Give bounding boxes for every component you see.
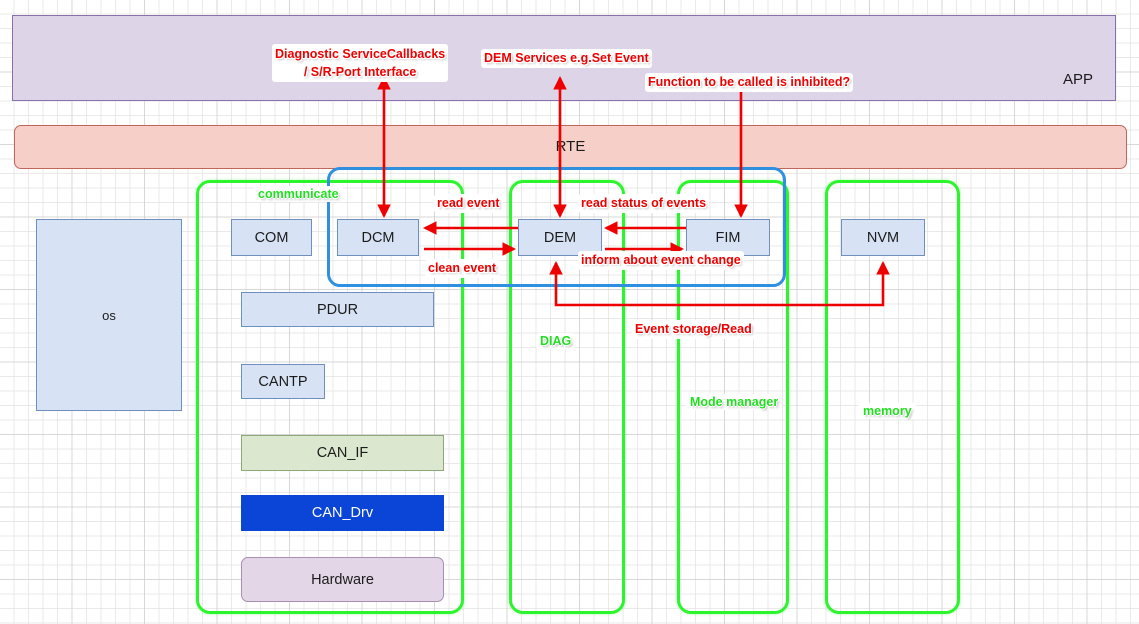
module-pdur[interactable]: PDUR bbox=[241, 292, 434, 327]
module-os[interactable]: os bbox=[36, 219, 182, 411]
module-can-drv[interactable]: CAN_Drv bbox=[241, 495, 444, 531]
callout-read-status-of-events: read status of events bbox=[578, 194, 710, 213]
module-cantp[interactable]: CANTP bbox=[241, 364, 325, 399]
module-com[interactable]: COM bbox=[231, 219, 312, 256]
callout-inform-about-event-change: inform about event change bbox=[578, 251, 744, 270]
diagram-canvas: APP RTE os COM DCM DEM FIM NVM PDUR CANT… bbox=[0, 0, 1139, 624]
rte-layer: RTE bbox=[14, 125, 1127, 169]
module-nvm[interactable]: NVM bbox=[841, 219, 925, 256]
module-hardware[interactable]: Hardware bbox=[241, 557, 444, 602]
callout-diagnostic-service-line1: Diagnostic ServiceCallbacks bbox=[275, 47, 446, 61]
module-dcm[interactable]: DCM bbox=[337, 219, 419, 256]
callout-diagnostic-service: Diagnostic ServiceCallbacks / S/R-Port I… bbox=[272, 44, 449, 82]
callout-event-storage-read: Event storage/Read bbox=[632, 320, 755, 339]
rte-layer-label: RTE bbox=[555, 138, 586, 155]
module-can-if[interactable]: CAN_IF bbox=[241, 435, 444, 471]
app-layer-label: APP bbox=[1062, 71, 1093, 88]
label-group-communicate: communicate bbox=[254, 186, 343, 202]
callout-read-event: read event bbox=[434, 194, 503, 213]
callout-function-inhibited: Function to be called is inhibited? bbox=[645, 73, 854, 92]
callout-diagnostic-service-line2: / S/R-Port Interface bbox=[303, 65, 417, 79]
label-group-memory: memory bbox=[859, 403, 916, 419]
label-group-mode-manager: Mode manager bbox=[686, 394, 783, 410]
callout-dem-services: DEM Services e.g.Set Event bbox=[481, 49, 652, 68]
label-group-diag: DIAG bbox=[536, 333, 576, 349]
callout-clean-event: clean event bbox=[425, 259, 500, 278]
